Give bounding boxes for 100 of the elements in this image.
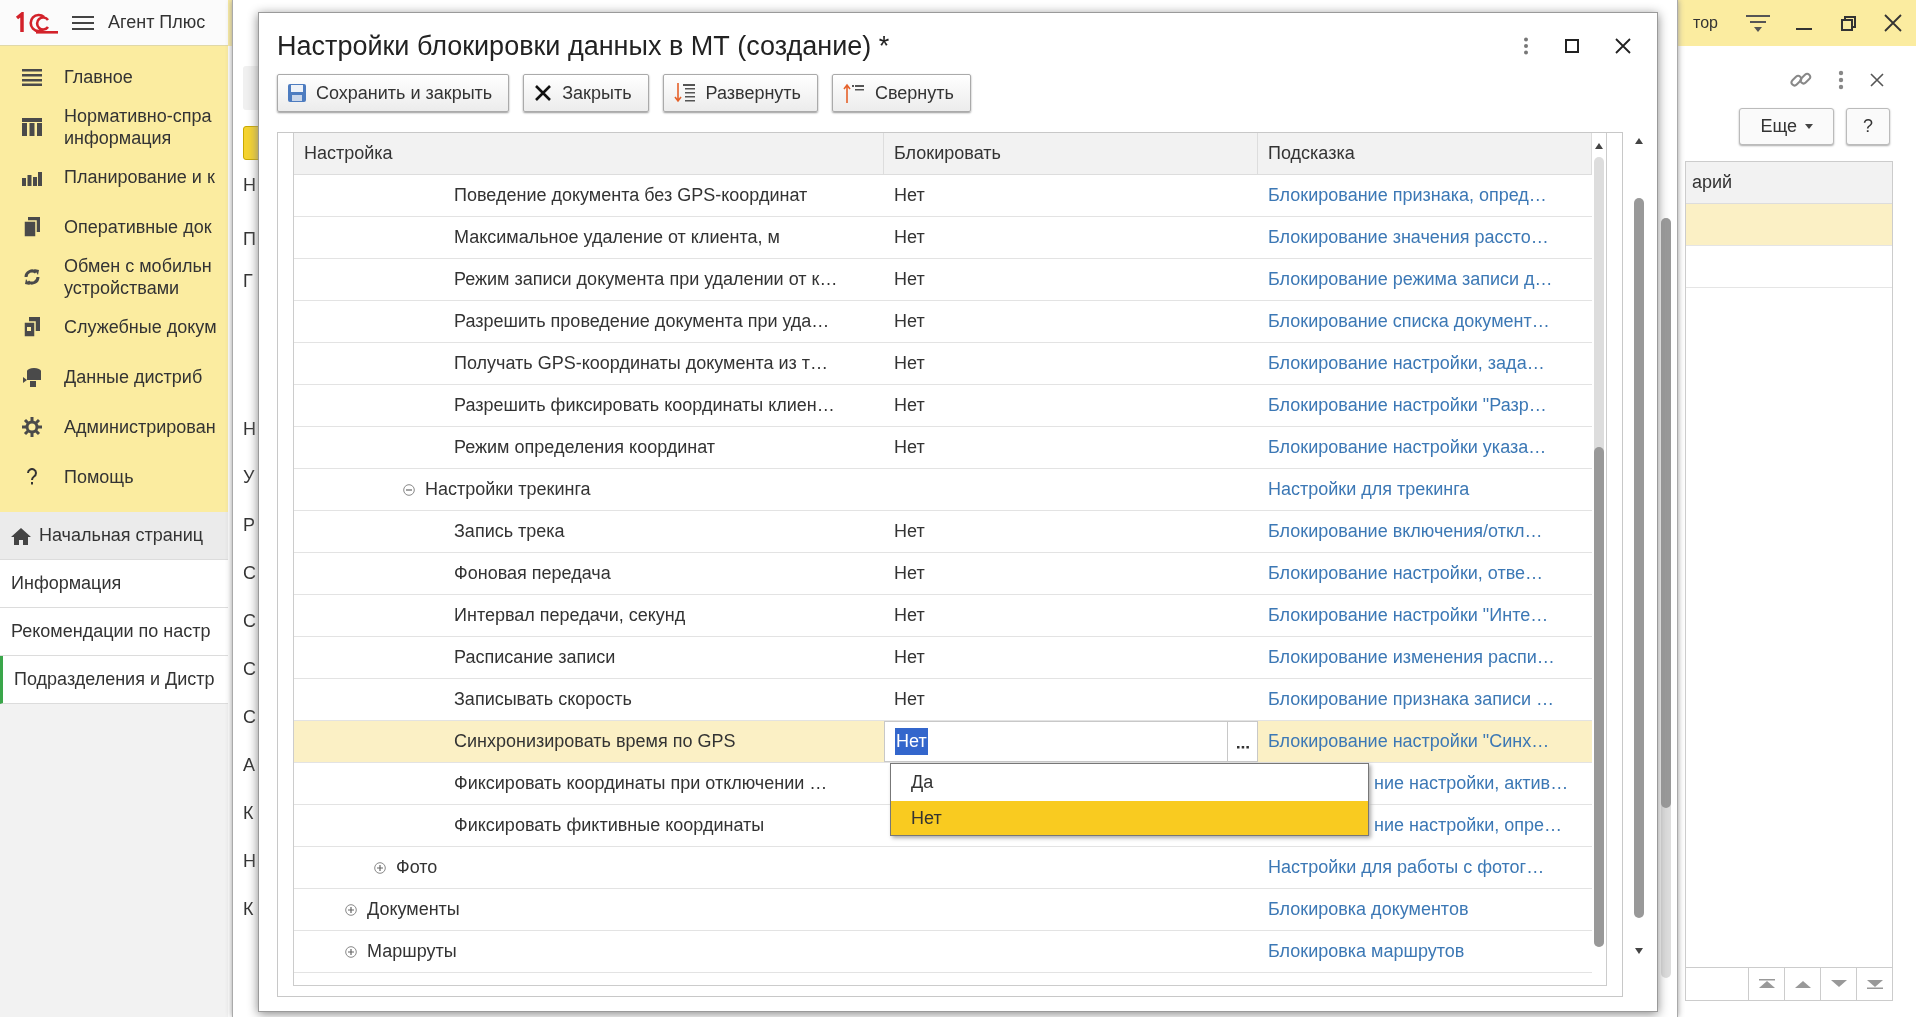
open-page-tab[interactable]: Рекомендации по настр xyxy=(0,608,228,656)
close-icon[interactable] xyxy=(1615,38,1631,54)
section-link[interactable]: Планирование и к xyxy=(64,166,215,188)
table-row[interactable]: Режим записи документа при удалении от к… Нет Блокирование режима записи д… xyxy=(294,259,1592,301)
open-page-tab[interactable]: Начальная страниц xyxy=(0,512,228,560)
expand-icon[interactable] xyxy=(345,945,357,958)
filter-icon[interactable] xyxy=(1746,12,1770,34)
close-icon[interactable] xyxy=(1870,73,1884,87)
section-link[interactable]: Нормативно-спра информация xyxy=(64,105,212,149)
documents-icon xyxy=(22,317,42,337)
form-label: П xyxy=(243,228,256,250)
setting-name: Разрешить фиксировать координаты клиен… xyxy=(454,394,835,417)
hint-link[interactable]: Блокирование настройки, зада… xyxy=(1268,350,1545,377)
table-row[interactable]: Маршруты Блокировка маршрутов xyxy=(294,931,1592,973)
scroll-up-icon[interactable] xyxy=(1635,138,1643,144)
hint-link[interactable]: Блокирование значения рассто… xyxy=(1268,224,1549,251)
value-text: Нет xyxy=(893,226,925,249)
setting-name: Режим определения координат xyxy=(454,436,716,459)
section-link[interactable]: Обмен с мобильн устройствами xyxy=(64,255,212,299)
table-row[interactable]: Настройки трекинга Настройки для трекинга xyxy=(294,469,1592,511)
dropdown-option[interactable]: Нет xyxy=(891,801,1368,835)
form-label: А xyxy=(243,754,255,776)
setting-name: Фоновая передача xyxy=(454,562,611,585)
column-header[interactable]: Подсказка xyxy=(1258,133,1592,174)
maximize-icon[interactable] xyxy=(1565,39,1579,53)
dropdown-option[interactable]: Да xyxy=(891,765,1368,799)
column-header: арий xyxy=(1686,162,1892,204)
column-header[interactable]: Настройка xyxy=(294,133,884,174)
toolbar-button[interactable]: Сохранить и закрыть xyxy=(277,74,510,112)
hint-link[interactable]: Блокирование режима записи д… xyxy=(1268,266,1553,293)
toolbar-button[interactable]: Свернуть xyxy=(831,74,971,112)
form-label: Г xyxy=(243,270,253,292)
open-page-tab[interactable]: Информация xyxy=(0,560,228,608)
column-header[interactable]: Блокировать xyxy=(884,133,1258,174)
table-row[interactable]: Разрешить проведение документа при уда… Нет Блокирование списка документ… xyxy=(294,301,1592,343)
dialog-title: Настройки блокировки данных в МТ (создание) * xyxy=(277,29,891,63)
collapse-icon[interactable] xyxy=(403,483,415,496)
section-link[interactable]: Данные дистриб xyxy=(64,366,203,388)
section-link[interactable]: Служебные докум xyxy=(64,316,217,338)
table-row[interactable]: Интервал передачи, секунд Нет Блокирование настройки "Инте… xyxy=(294,595,1592,637)
form-label: К xyxy=(243,802,254,824)
hint-link[interactable]: ние настройки, актив… xyxy=(1374,770,1569,797)
open-page-tab[interactable]: Подразделения и Дистр xyxy=(0,656,228,704)
caret-icon xyxy=(1805,124,1813,129)
restore-icon[interactable] xyxy=(1840,14,1858,32)
app-title: Агент Плюс xyxy=(108,11,206,34)
scrollbar-thumb[interactable] xyxy=(1634,198,1644,918)
hint-link[interactable]: Блокирование списка документ… xyxy=(1268,308,1550,335)
logo-icon xyxy=(14,11,58,34)
more-icon[interactable] xyxy=(1523,37,1529,55)
hint-link[interactable]: Настройки для работы с фотог… xyxy=(1268,854,1545,881)
form-label: Р xyxy=(243,514,255,536)
menu-icon[interactable] xyxy=(72,13,94,32)
form-label: Н xyxy=(243,174,256,196)
hint-link[interactable]: Блокирование настройки "Синх… xyxy=(1268,728,1550,755)
table-row[interactable]: Получать GPS-координаты документа из т… Нет Блокирование настройки, зада… xyxy=(294,343,1592,385)
table-row[interactable]: Разрешить фиксировать координаты клиен… Нет Блокирование настройки "Разр… xyxy=(294,385,1592,427)
scroll-down-icon[interactable] xyxy=(1635,948,1643,954)
table-row[interactable]: Запись трека Нет Блокирование включения/откл… xyxy=(294,511,1592,553)
hint-link[interactable]: ние настройки, опре… xyxy=(1374,812,1562,839)
value-text: Нет xyxy=(893,688,925,711)
table-row[interactable]: Фото Настройки для работы с фотог… xyxy=(294,847,1592,889)
table-row[interactable]: Расписание записи Нет Блокирование изменения распи… xyxy=(294,637,1592,679)
toolbar-button[interactable]: Развернуть xyxy=(662,74,818,112)
table-row[interactable]: Режим определения координат Нет Блокирование настройки указа… xyxy=(294,427,1592,469)
more-icon[interactable] xyxy=(1838,70,1844,90)
hint-link[interactable]: Блокирование включения/откл… xyxy=(1268,518,1543,545)
scroll-up-icon[interactable] xyxy=(1595,143,1603,149)
table-row[interactable]: Фоновая передача Нет Блокирование настройки, отве… xyxy=(294,553,1592,595)
section-link[interactable]: Помощь xyxy=(64,466,134,488)
hint-link[interactable]: Блокирование признака записи … xyxy=(1268,686,1555,713)
setting-name: Получать GPS-координаты документа из т… xyxy=(454,352,828,375)
help-button[interactable]: ? xyxy=(1846,108,1890,145)
section-link[interactable]: Оперативные док xyxy=(64,216,212,238)
hint-link[interactable]: Настройки для трекинга xyxy=(1268,476,1470,503)
value-text: Нет xyxy=(893,520,925,543)
user-name: тор xyxy=(1693,13,1718,33)
hint-link[interactable]: Блокировка документов xyxy=(1268,896,1469,923)
hint-link[interactable]: Блокирование признака, опред… xyxy=(1268,182,1547,209)
table-row[interactable]: Максимальное удаление от клиента, м Нет Блокирование значения рассто… xyxy=(294,217,1592,259)
hint-link[interactable]: Блокирование изменения распи… xyxy=(1268,644,1555,671)
toolbar-button[interactable]: Закрыть xyxy=(523,74,649,112)
value-text: Нет xyxy=(893,394,925,417)
section-link[interactable]: Администрирован xyxy=(64,416,216,438)
expand-icon[interactable] xyxy=(345,903,357,916)
hint-link[interactable]: Блокирование настройки "Разр… xyxy=(1268,392,1547,419)
setting-name: Настройки трекинга xyxy=(425,478,591,501)
expand-icon[interactable] xyxy=(374,861,386,874)
more-button[interactable]: Еще xyxy=(1739,108,1834,145)
hint-link[interactable]: Блокировка маршрутов xyxy=(1268,938,1465,965)
table-row[interactable]: Документы Блокировка документов xyxy=(294,889,1592,931)
form-label: Н xyxy=(243,418,256,440)
form-label: С xyxy=(243,610,256,632)
section-link[interactable]: Главное xyxy=(64,66,133,88)
setting-name: Синхронизировать время по GPS xyxy=(454,730,736,753)
table-row[interactable]: Поведение документа без GPS-координат Нет Блокирование признака, опред… xyxy=(294,175,1592,217)
close-icon[interactable] xyxy=(1884,14,1902,32)
hint-link[interactable]: Блокирование настройки указа… xyxy=(1268,434,1547,461)
hint-link[interactable]: Блокирование настройки "Инте… xyxy=(1268,602,1549,629)
hint-link[interactable]: Блокирование настройки, отве… xyxy=(1268,560,1544,587)
